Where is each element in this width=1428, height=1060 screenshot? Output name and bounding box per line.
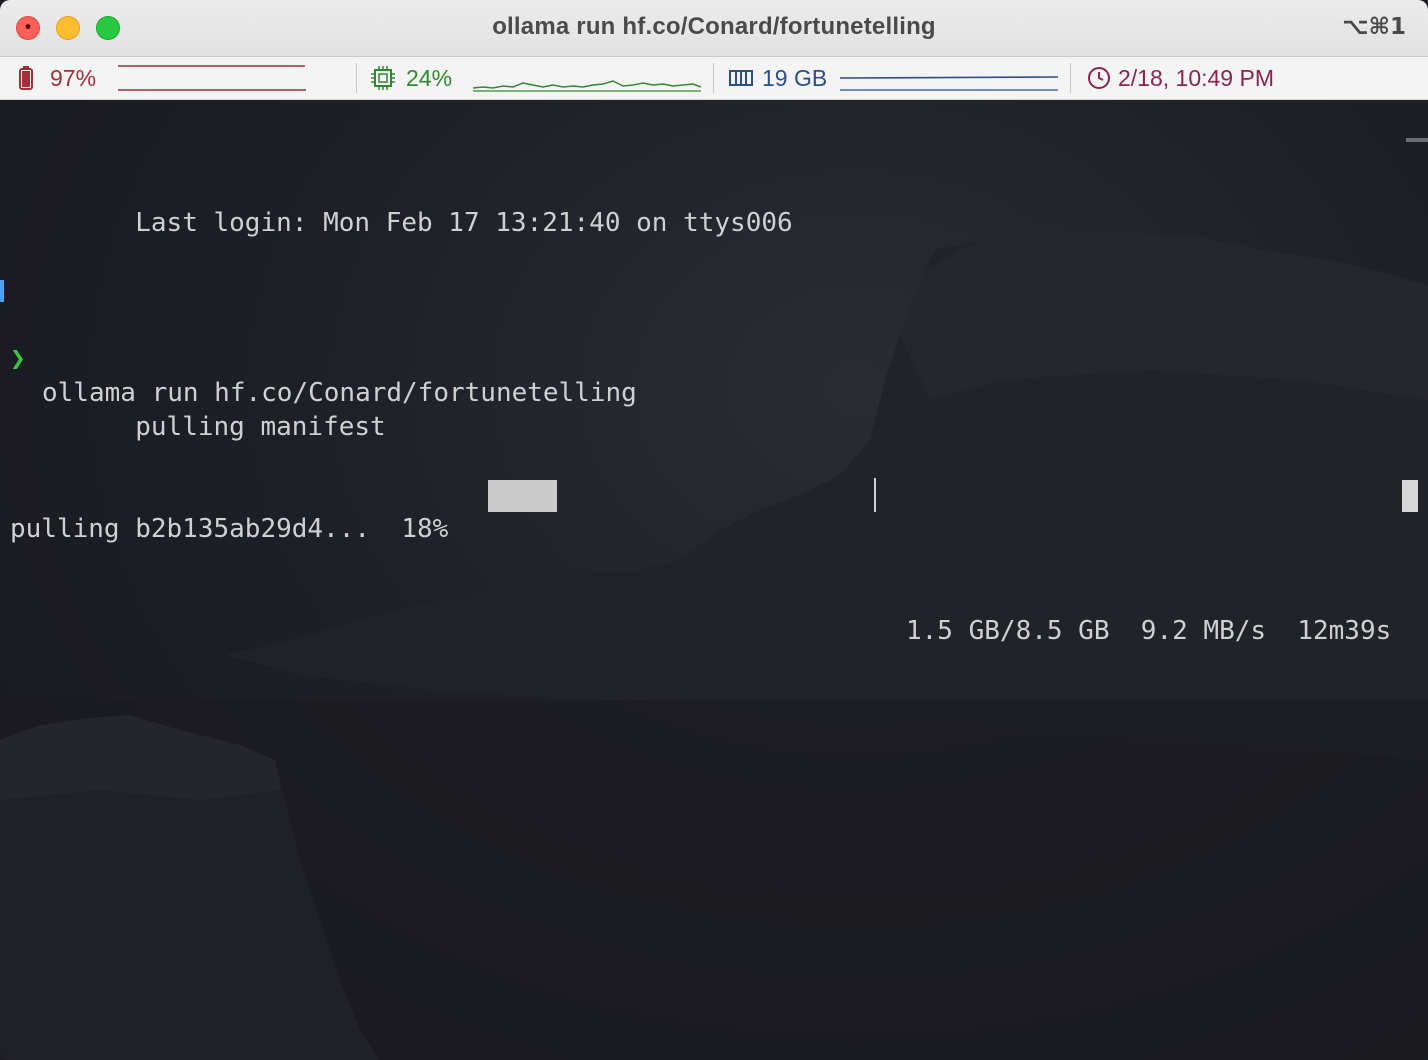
close-dot-icon: •: [23, 20, 33, 36]
minimize-button[interactable]: [56, 16, 80, 40]
pull-progress-line: pulling b2b135ab29d4... 18% 1.5 GB/8.5 G…: [10, 478, 1418, 646]
last-login-text: Last login: Mon Feb 17 13:21:40 on ttys0…: [135, 208, 793, 238]
memory-graph: [840, 76, 1059, 91]
title-bar[interactable]: • ollama run hf.co/Conard/fortunetelling…: [0, 0, 1428, 57]
clock-status[interactable]: 2/18, 10:49 PM: [1086, 57, 1406, 99]
battery-status[interactable]: 97%: [18, 57, 348, 99]
prompt-chevron-icon: ❯: [10, 344, 26, 374]
battery-icon: [19, 66, 33, 90]
command-line: ❯ ollama run hf.co/Conard/fortunetelling: [0, 274, 793, 408]
prompt-marker: [0, 280, 4, 302]
clock-value: 2/18, 10:49 PM: [1118, 65, 1274, 91]
last-login-line: Last login: Mon Feb 17 13:21:40 on ttys0…: [10, 172, 792, 238]
cpu-status[interactable]: 24%: [370, 57, 705, 99]
terminal-window: • ollama run hf.co/Conard/fortunetelling…: [0, 0, 1428, 1060]
memory-status[interactable]: 19 GB: [728, 57, 1063, 99]
pulling-manifest-line: pulling manifest: [10, 376, 793, 442]
status-bar: 97% 24% 19 GB 2/18, 10:49 PM: [0, 57, 1428, 100]
close-button[interactable]: •: [16, 16, 40, 40]
pull-stats-text: 1.5 GB/8.5 GB 9.2 MB/s 12m39s: [906, 616, 1392, 646]
memory-icon: [729, 70, 753, 86]
memory-value: 19 GB: [762, 65, 828, 91]
cpu-chip-icon: [371, 66, 395, 90]
cpu-value: 24%: [406, 65, 453, 91]
progress-bar-fill: [488, 480, 557, 512]
status-divider: [1070, 63, 1071, 93]
status-divider: [356, 63, 357, 93]
terminal-output: Last login: Mon Feb 17 13:21:40 on ttys0…: [0, 104, 1418, 646]
window-shortcut-label: ⌥⌘1: [1342, 14, 1406, 40]
status-divider: [713, 63, 714, 93]
scroll-indicator[interactable]: [1406, 138, 1428, 142]
pulling-manifest-text: pulling manifest: [135, 412, 386, 442]
pull-layer-text: pulling b2b135ab29d4... 18%: [10, 514, 449, 544]
terminal-pane[interactable]: Last login: Mon Feb 17 13:21:40 on ttys0…: [0, 100, 1428, 1060]
window-title: ollama run hf.co/Conard/fortunetelling: [492, 13, 936, 40]
cpu-graph: [473, 80, 702, 92]
progress-bar-end: [874, 478, 876, 512]
clock-icon: [1088, 67, 1110, 89]
text-cursor: [1402, 480, 1418, 512]
zoom-button[interactable]: [96, 16, 120, 40]
battery-graph: [118, 65, 306, 91]
battery-value: 97%: [50, 65, 97, 91]
